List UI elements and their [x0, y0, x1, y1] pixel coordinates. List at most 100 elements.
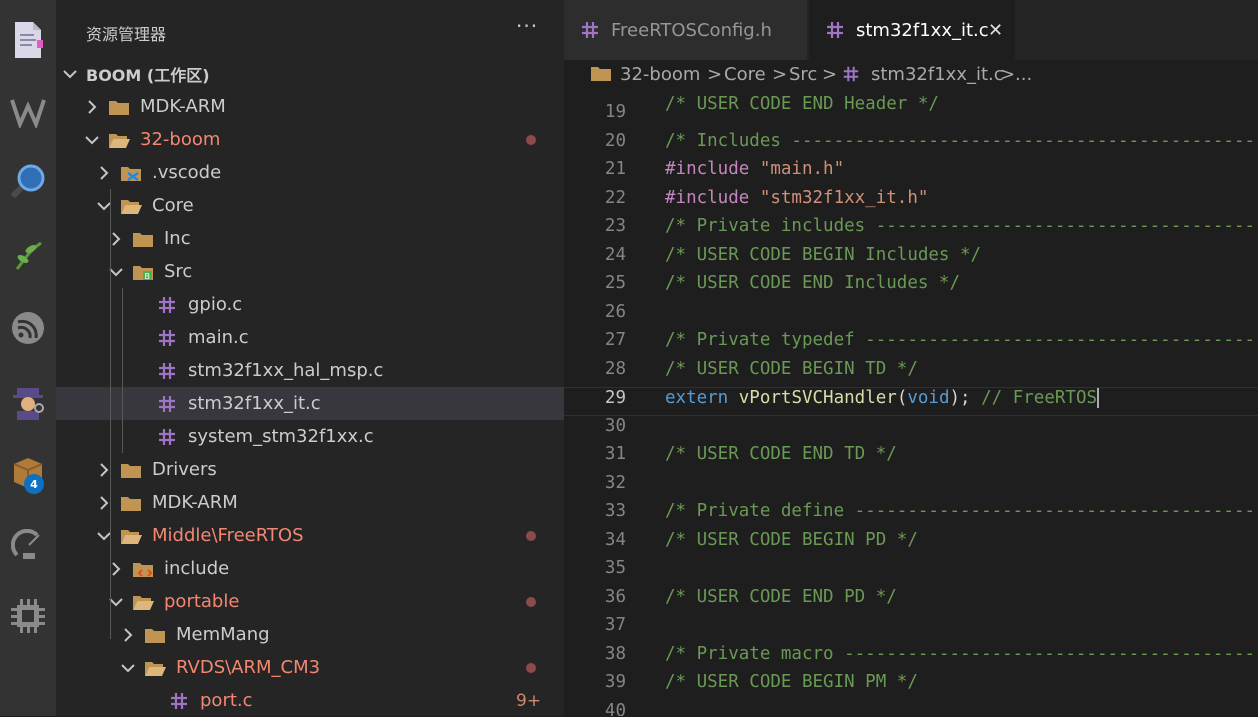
- code-text: /* USER CODE BEGIN TD */: [665, 359, 918, 379]
- extensions-badge: 4: [24, 474, 44, 494]
- line-number: 25: [604, 273, 626, 293]
- code-text: #include "main.h": [665, 159, 844, 179]
- spy-icon[interactable]: [0, 378, 56, 426]
- line-number: 38: [604, 643, 626, 664]
- search-icon[interactable]: [0, 158, 56, 206]
- folder-item[interactable]: Inc: [56, 222, 564, 255]
- breadcrumb-item[interactable]: ...: [1015, 64, 1032, 85]
- tree-item-label: Drivers: [152, 459, 217, 480]
- src-folder-icon: B: [132, 262, 154, 282]
- code-editor[interactable]: /* USER CODE END Header */ 19 20 /* Includ…: [564, 88, 1258, 716]
- folder-icon: [132, 229, 154, 249]
- code-token: );: [949, 388, 982, 408]
- tab-label: FreeRTOSConfig.h: [611, 19, 772, 41]
- breadcrumb-separator: >: [822, 63, 838, 85]
- file-item[interactable]: stm32f1xx_it.c: [56, 387, 564, 420]
- code-token: (: [896, 388, 908, 408]
- folder-item[interactable]: MDK-ARM: [56, 90, 564, 123]
- tree-item-label: MDK-ARM: [152, 492, 238, 513]
- tree-item-label: RVDS\ARM_CM3: [176, 657, 321, 678]
- code-line: 30: [564, 416, 1258, 445]
- folder-item[interactable]: Core: [56, 189, 564, 222]
- folder-item[interactable]: Middle\FreeRTOS: [56, 519, 564, 552]
- tab-freertosconfig[interactable]: FreeRTOSConfig.h: [564, 0, 807, 60]
- tab-bar: FreeRTOSConfig.h stm32f1xx_it.c ✕: [564, 0, 1258, 60]
- explorer-header: 资源管理器 ···: [56, 0, 564, 60]
- folder-item[interactable]: B Src: [56, 255, 564, 288]
- code-line: /* USER CODE END Header */: [564, 88, 1258, 114]
- more-actions-button[interactable]: ···: [516, 14, 538, 38]
- code-line: 29 extern vPortSVCHandler(void); // FreeR…: [564, 387, 1258, 416]
- line-number: 32: [604, 472, 626, 493]
- file-item[interactable]: port.c 9+: [56, 684, 564, 717]
- code-text: /* Private includes --------------------…: [665, 216, 1258, 236]
- c-file-icon: [842, 65, 860, 88]
- text-cursor: [1097, 388, 1100, 408]
- code-text: /* USER CODE BEGIN PD */: [665, 530, 918, 550]
- breadcrumb-item[interactable]: stm32f1xx_it.c: [871, 64, 1004, 85]
- line-number: 39: [604, 672, 626, 692]
- git-branch-icon[interactable]: [0, 232, 56, 280]
- line-number: 23: [604, 216, 626, 236]
- folder-item[interactable]: MDK-ARM: [56, 486, 564, 519]
- c-file-icon: [156, 427, 178, 447]
- line-number: 26: [604, 301, 626, 322]
- code-line: 20 /* Includes --------------------------…: [564, 131, 1258, 160]
- explorer-icon[interactable]: [0, 16, 56, 64]
- file-item[interactable]: stm32f1xx_hal_msp.c: [56, 354, 564, 387]
- code-token: "main.h": [759, 159, 845, 179]
- line-number: 40: [604, 700, 626, 717]
- tree-item-label: system_stm32f1xx.c: [188, 426, 374, 447]
- chip-icon[interactable]: [0, 592, 56, 640]
- code-line: 26: [564, 302, 1258, 331]
- close-icon[interactable]: ✕: [988, 20, 1003, 41]
- breadcrumb-item[interactable]: Src: [789, 64, 817, 85]
- code-line: 32: [564, 473, 1258, 502]
- file-item[interactable]: gpio.c: [56, 288, 564, 321]
- code-text: extern vPortSVCHandler(void); // FreeRTO…: [665, 388, 1100, 408]
- file-item[interactable]: system_stm32f1xx.c: [56, 420, 564, 453]
- modified-dot: [526, 135, 536, 145]
- folder-item[interactable]: MemMang: [56, 618, 564, 651]
- code-line: 39 /* USER CODE BEGIN PM */: [564, 672, 1258, 701]
- wakatime-icon[interactable]: [0, 88, 56, 136]
- tree-item-label: MDK-ARM: [140, 96, 226, 117]
- code-line: 27 /* Private typedef -------------------…: [564, 330, 1258, 359]
- tree-item-label: main.c: [188, 327, 249, 348]
- breadcrumb-item[interactable]: Core: [724, 64, 766, 85]
- folder-icon: [144, 625, 166, 645]
- code-token: /* Private includes --------------------…: [665, 216, 1258, 236]
- satellite-icon[interactable]: [0, 522, 56, 570]
- modified-dot: [526, 531, 536, 541]
- code-token: vPortSVCHandler: [738, 388, 897, 408]
- line-number: 37: [604, 615, 626, 635]
- folder-item[interactable]: 32-boom: [56, 123, 564, 156]
- tab-stm32f1xx-it[interactable]: stm32f1xx_it.c ✕: [809, 0, 1015, 60]
- code-token: // FreeRTOS: [981, 388, 1098, 408]
- espressif-icon[interactable]: [0, 304, 56, 352]
- line-number: 34: [604, 529, 626, 550]
- tree-item-label: MemMang: [176, 624, 270, 645]
- code-line: 21 #include "main.h": [564, 159, 1258, 188]
- breadcrumb-separator: >: [772, 63, 788, 85]
- line-number: 19: [604, 102, 626, 122]
- line-number: 35: [604, 558, 626, 578]
- breadcrumb-item[interactable]: 32-boom: [620, 64, 700, 85]
- tree-item-label: portable: [164, 591, 240, 612]
- code-line: 24 /* USER CODE BEGIN Includes */: [564, 245, 1258, 274]
- folder-item[interactable]: portable: [56, 585, 564, 618]
- tree-item-label: stm32f1xx_it.c: [188, 393, 321, 414]
- workspace-root[interactable]: BOOM (工作区): [56, 57, 564, 90]
- code-token: /* USER CODE END Includes */: [665, 273, 961, 293]
- c-file-icon: [156, 295, 178, 315]
- file-item[interactable]: main.c: [56, 321, 564, 354]
- folder-item[interactable]: RVDS\ARM_CM3: [56, 651, 564, 684]
- code-token: /* USER CODE BEGIN PM */: [665, 672, 918, 692]
- folder-item[interactable]: Drivers: [56, 453, 564, 486]
- line-number: 27: [604, 330, 626, 350]
- folder-item[interactable]: .vscode: [56, 156, 564, 189]
- code-token: /* Private typedef ---------------------…: [665, 330, 1258, 350]
- code-token: /* USER CODE BEGIN PD */: [665, 529, 918, 550]
- chevron-down-icon: [84, 130, 100, 150]
- folder-item[interactable]: include: [56, 552, 564, 585]
